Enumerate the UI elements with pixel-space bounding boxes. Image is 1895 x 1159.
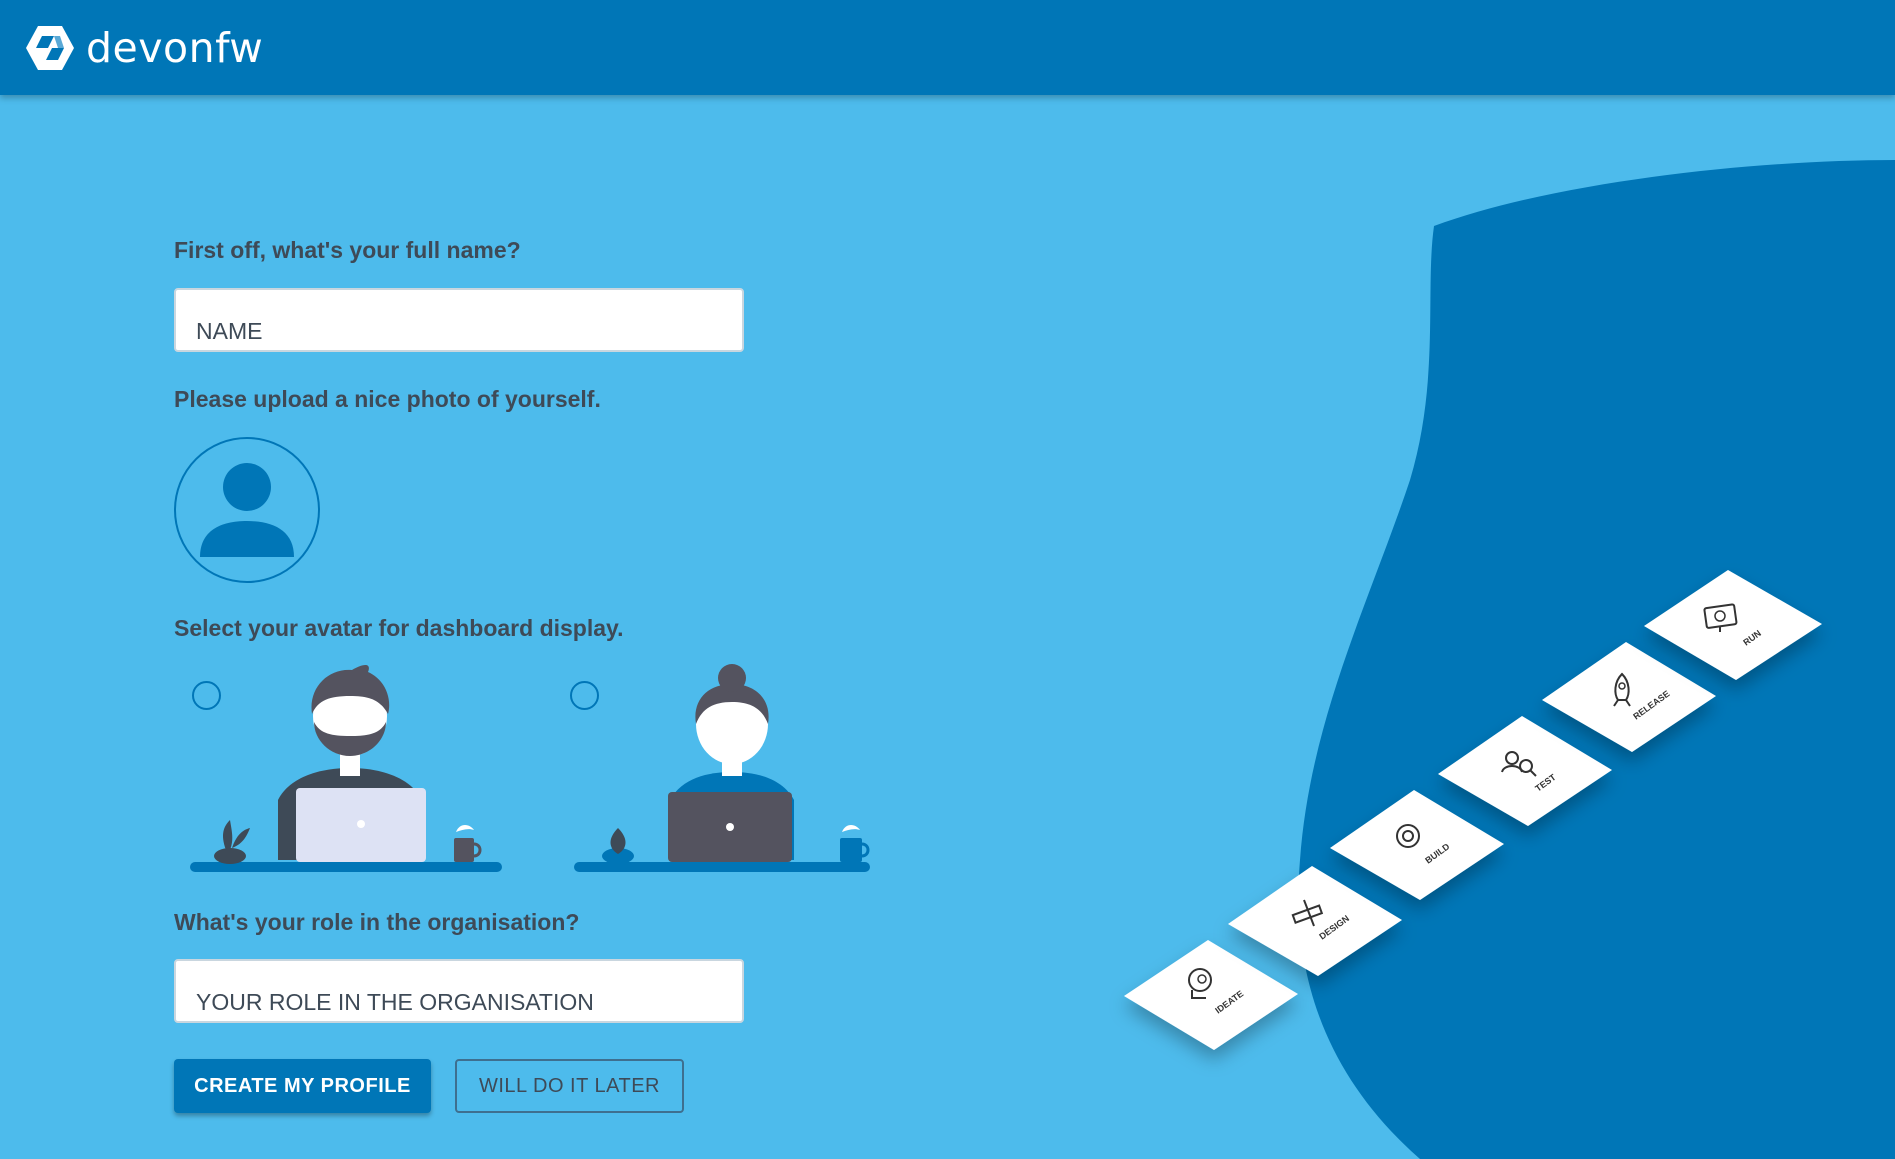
photo-question: Please upload a nice photo of yourself. (174, 386, 601, 412)
name-field[interactable] (174, 288, 744, 352)
brand-name: devonfw (86, 24, 264, 72)
step-tile-release: RELEASE (1542, 642, 1716, 752)
step-tile-ideate: IDEATE (1124, 940, 1298, 1050)
user-silhouette-icon (200, 463, 294, 557)
create-profile-button[interactable]: CREATE MY PROFILE (174, 1059, 431, 1113)
devonfw-steps-illustration: IDEATE DESIGN BUILD TEST RELEASE RUN (1124, 570, 1822, 1050)
step-tile-run: RUN (1644, 570, 1822, 680)
photo-upload-button[interactable] (174, 437, 320, 583)
female-avatar[interactable] (574, 660, 874, 880)
brand-logo[interactable]: devonfw (24, 24, 263, 72)
step-tile-test: TEST (1438, 716, 1612, 826)
name-input[interactable] (196, 316, 726, 346)
devonfw-cube-icon (26, 26, 74, 70)
male-avatar[interactable] (190, 660, 510, 880)
app-header: devonfw (0, 0, 1895, 95)
role-field[interactable] (174, 959, 744, 1023)
do-it-later-button[interactable]: WILL DO IT LATER (455, 1059, 684, 1113)
name-question: First off, what's your full name? (174, 237, 521, 263)
role-input[interactable] (196, 987, 726, 1017)
step-tile-build: BUILD (1330, 790, 1504, 900)
avatar-question: Select your avatar for dashboard display… (174, 615, 624, 641)
step-tile-design: DESIGN (1228, 866, 1402, 976)
role-question: What's your role in the organisation? (174, 909, 580, 935)
